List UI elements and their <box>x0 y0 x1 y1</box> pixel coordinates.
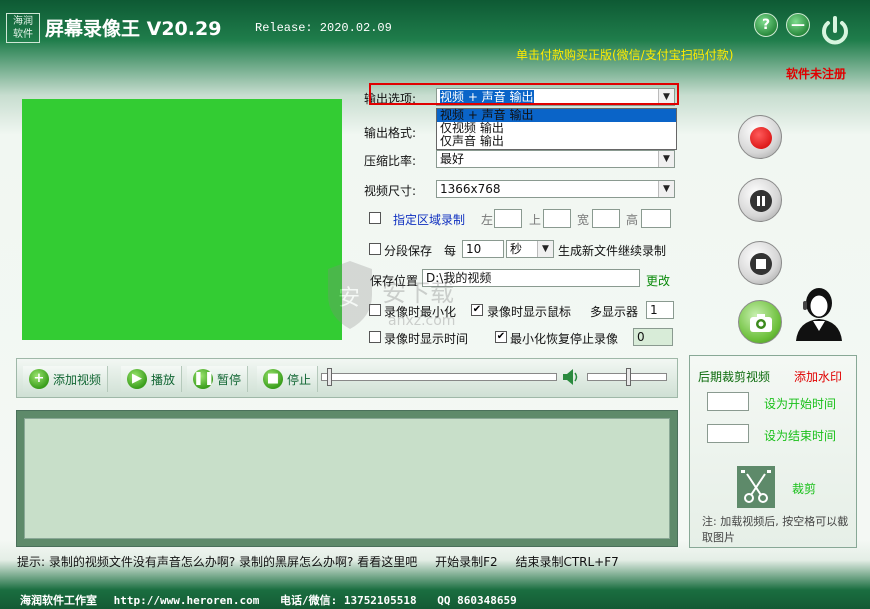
app-title: 屏幕录像王 V20.29 <box>45 18 222 40</box>
watermark-line1: 安下载 <box>382 279 454 307</box>
scissors-icon[interactable] <box>737 466 775 508</box>
change-link[interactable]: 更改 <box>646 272 670 289</box>
log-area <box>24 418 670 539</box>
region-height-input[interactable] <box>641 209 671 228</box>
power-icon[interactable] <box>818 14 852 48</box>
seek-handle[interactable] <box>327 368 332 386</box>
watermark-char: 安 <box>338 286 360 311</box>
help-icon: ? <box>761 17 771 33</box>
start-time-input[interactable] <box>707 392 749 411</box>
seek-bar[interactable] <box>321 373 557 381</box>
plus-icon: + <box>29 369 49 389</box>
play-icon: ▶ <box>127 369 147 389</box>
cut-title: 后期裁剪视频 <box>698 370 771 384</box>
support-agent-icon[interactable] <box>792 285 846 341</box>
record-icon <box>750 127 772 149</box>
watermark-line2: anxz.com <box>388 313 455 329</box>
output-format-label: 输出格式: <box>364 126 417 140</box>
unregistered-label: 软件未注册 <box>786 67 847 81</box>
record-button[interactable] <box>738 115 782 159</box>
app-window: 海润 软件 屏幕录像王 V20.29 Release: 2020.02.09 ? … <box>0 0 870 609</box>
footer: 海润软件工作室 http://www.heroren.com 电话/微信: 13… <box>20 592 517 608</box>
tip-link[interactable]: 提示: 录制的视频文件没有声音怎么办啊? 录制的黑屏怎么办啊? 看看这里吧 <box>17 555 417 569</box>
video-size-label: 视频尺寸: <box>364 184 417 198</box>
compression-label: 压缩比率: <box>364 154 417 168</box>
phone-text: 电话/微信: 13752105518 <box>279 594 417 607</box>
pause-button[interactable]: ❚❚ 暂停 <box>187 366 249 392</box>
camera-icon <box>750 314 772 332</box>
set-end-link[interactable]: 设为结束时间 <box>764 427 836 444</box>
logo: 海润 软件 <box>6 13 40 43</box>
log-panel <box>16 410 678 547</box>
region-left-input[interactable] <box>494 209 522 228</box>
top-label: 上 <box>529 213 542 227</box>
start-hotkey: 开始录制F2 <box>435 555 498 569</box>
watermark-shield-icon: 安 安下载 anxz.com <box>328 261 455 329</box>
minimize-icon: — <box>791 17 805 33</box>
buy-link[interactable]: 单击付款购买正版(微信/支付宝扫码付款) <box>516 46 733 63</box>
stop-button[interactable]: ■ 停止 <box>257 366 319 392</box>
crop-link[interactable]: 裁剪 <box>792 480 816 497</box>
region-top-input[interactable] <box>543 209 571 228</box>
left-label: 左 <box>481 213 494 227</box>
end-time-input[interactable] <box>707 424 749 443</box>
segment-tail: 生成新文件继续录制 <box>558 244 667 258</box>
cut-panel: 后期裁剪视频 添加水印 设为开始时间 设为结束时间 裁剪 注: 加载视频后, 按… <box>689 355 857 548</box>
pause-record-button[interactable] <box>738 178 782 222</box>
multi-monitor-label: 多显示器 <box>590 305 639 319</box>
end-hotkey: 结束录制CTRL+F7 <box>515 555 619 569</box>
stop-value-input[interactable]: 0 <box>633 328 673 346</box>
output-option-dropdown: 视频 + 声音 输出 仅视频 输出 仅声音 输出 <box>436 108 677 150</box>
play-button[interactable]: ▶ 播放 <box>121 366 183 392</box>
volume-handle[interactable] <box>626 368 631 386</box>
player-toolbar: + 添加视频 ▶ 播放 ❚❚ 暂停 ■ 停止 <box>16 358 678 398</box>
cut-note: 注: 加载视频后, 按空格可以截取图片 <box>702 515 849 544</box>
monitor-input[interactable]: 1 <box>646 301 674 319</box>
compression-select[interactable]: 最好 ▼ <box>436 150 675 168</box>
chevron-down-icon: ▼ <box>658 181 674 197</box>
highlight-box <box>369 83 679 105</box>
qq-text: QQ 860348659 <box>437 594 517 607</box>
height-label: 高 <box>626 213 639 227</box>
video-preview <box>22 99 342 340</box>
dropdown-item-audio[interactable]: 仅声音 输出 <box>437 135 676 148</box>
width-label: 宽 <box>577 213 590 227</box>
stop-icon: ■ <box>263 369 283 389</box>
website-link[interactable]: http://www.heroren.com <box>114 594 260 607</box>
stop-record-button[interactable] <box>738 241 782 285</box>
segment-checkbox[interactable] <box>369 243 381 255</box>
region-width-input[interactable] <box>592 209 620 228</box>
screenshot-button[interactable] <box>738 300 782 344</box>
region-label: 指定区域录制 <box>393 213 466 227</box>
pause-icon: ❚❚ <box>193 369 215 389</box>
volume-icon[interactable] <box>561 367 581 387</box>
set-start-link[interactable]: 设为开始时间 <box>764 395 836 412</box>
video-size-select[interactable]: 1366x768 ▼ <box>436 180 675 198</box>
region-checkbox[interactable] <box>369 212 381 224</box>
tip-bar: 提示: 录制的视频文件没有声音怎么办啊? 录制的黑屏怎么办啊? 看看这里吧 开始… <box>17 553 619 570</box>
help-button[interactable]: ? <box>754 13 778 37</box>
chevron-down-icon: ▼ <box>658 151 674 167</box>
pause-icon <box>750 190 772 212</box>
stop-icon <box>750 253 772 275</box>
studio-name: 海润软件工作室 <box>20 594 97 607</box>
release-date: Release: 2020.02.09 <box>255 21 392 35</box>
add-watermark-link[interactable]: 添加水印 <box>794 368 842 385</box>
add-video-button[interactable]: + 添加视频 <box>23 366 109 392</box>
minimize-button[interactable]: — <box>786 13 810 37</box>
chevron-down-icon: ▼ <box>537 241 553 257</box>
